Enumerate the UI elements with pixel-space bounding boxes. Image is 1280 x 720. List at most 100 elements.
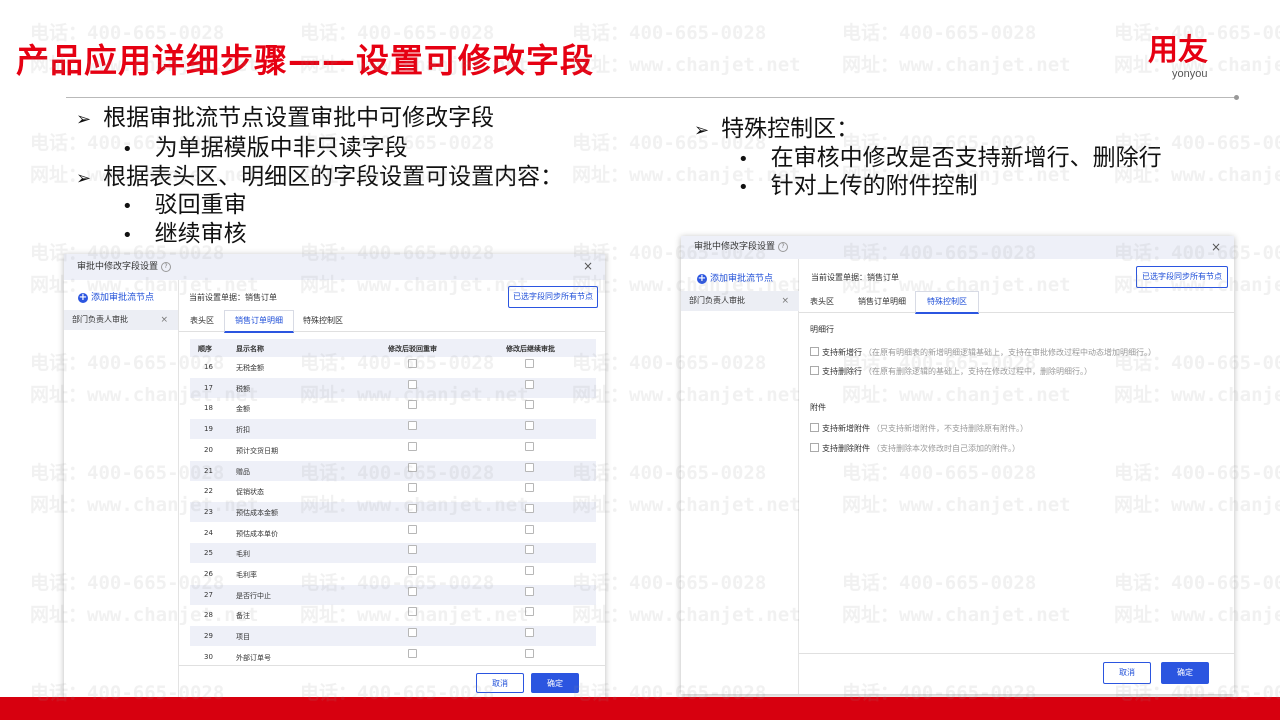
checkbox-continue-approve[interactable] [525,628,534,638]
help-icon[interactable]: ? [778,241,789,252]
checkbox-add-attachment[interactable] [810,423,819,432]
plus-icon: + [78,292,88,303]
checkbox-reject-review[interactable] [408,628,417,638]
tab-order-detail[interactable]: 销售订单明细 [224,310,294,333]
col-order: 顺序 [198,345,212,353]
checkbox-reject-review[interactable] [408,359,417,368]
checkbox-reject-review[interactable] [408,648,417,658]
table-row: 16 无税金额 [190,357,596,377]
row-display-name: 毛利 [236,550,250,559]
cancel-button[interactable]: 取消 [1103,662,1151,684]
sync-all-nodes-button[interactable]: 已选字段同步所有节点 [1136,266,1228,288]
dialog-title: 审批中修改字段设置 [694,242,776,252]
logo-text-cn: 用友 [1148,33,1208,68]
confirm-button[interactable]: 确定 [531,673,579,693]
row-display-name: 赠品 [236,467,250,476]
checkbox-continue-approve[interactable] [525,462,534,472]
checkbox-delete-attachment[interactable] [810,443,819,452]
option-allow-delete-attachment[interactable]: 支持删除附件 （支持删除本次修改时自己添加的附件。） [810,443,1020,454]
help-icon[interactable]: ? [161,261,172,272]
row-display-name: 税额 [236,384,250,393]
option-allow-add-attachment[interactable]: 支持新增附件 （只支持新增附件，不支持删除原有附件。） [810,423,1028,434]
table-row: 23 预估成本金额 [190,501,596,522]
checkbox-continue-approve[interactable] [525,524,534,534]
bullet-editable-fields: ➢ 根据审批流节点设置审批中可修改字段 [76,105,495,131]
checkbox-reject-review[interactable] [408,607,417,617]
checkbox-reject-review[interactable] [408,524,417,534]
row-display-name: 促销状态 [236,488,264,497]
tab-order-detail[interactable]: 销售订单明细 [851,292,913,312]
title-divider [66,97,1236,98]
yonyou-logo: 用友 yonyou [1148,36,1244,96]
current-document-label: 当前设置单据：销售订单 [811,273,899,282]
checkbox-reject-review[interactable] [408,421,417,431]
option-allow-delete-row[interactable]: 支持删除行 （在原有删除逻辑的基础上，支持在修改过程中，删除明细行。） [810,366,1092,377]
watermark-site: 网址：www.chanjet.net [572,54,801,76]
bullet-continue-review: • 继续审核 [122,221,247,247]
cancel-button[interactable]: 取消 [476,673,524,693]
add-approval-node-button[interactable]: + 添加审批流节点 [78,290,154,303]
close-icon[interactable]: × [583,259,593,273]
row-display-name: 预计交货日期 [236,446,278,455]
checkbox-continue-approve[interactable] [525,483,534,493]
row-display-name: 是否行中止 [236,591,271,600]
checkbox-continue-approve[interactable] [525,400,534,410]
close-icon[interactable]: × [1211,240,1221,254]
row-order: 16 [204,363,213,371]
table-row: 18 金额 [190,398,596,418]
checkbox-continue-approve[interactable] [525,648,534,658]
table-row: 29 项目 [190,626,596,647]
checkbox-add-row[interactable] [810,347,819,356]
remove-node-icon[interactable]: × [160,310,168,330]
dialog-title: 审批中修改字段设置 [77,262,159,272]
remove-node-icon[interactable]: × [781,291,789,311]
checkbox-reject-review[interactable] [408,545,417,555]
row-order: 20 [204,445,213,454]
checkbox-continue-approve[interactable] [525,566,534,575]
field-settings-dialog-right: 审批中修改字段设置? × + 添加审批流节点 部门负责人审批 × 当前设置单据：销售… [681,236,1234,694]
confirm-button[interactable]: 确定 [1161,662,1209,684]
row-order: 19 [204,425,213,434]
row-order: 22 [204,487,213,496]
node-item-dept-head[interactable]: 部门负责人审批 × [681,291,799,311]
checkbox-reject-review[interactable] [408,400,417,410]
dot-bullet-icon: • [738,177,749,198]
checkbox-reject-review[interactable] [408,503,417,513]
bullet-add-delete-rows: • 在审核中修改是否支持新增行、删除行 [738,145,1162,171]
bullet-attachment-control: • 针对上传的附件控制 [738,173,978,199]
tab-special-control[interactable]: 特殊控制区 [915,291,979,314]
checkbox-continue-approve[interactable] [525,441,534,451]
table-row: 26 毛利率 [190,564,596,584]
bullet-header-detail: ➢ 根据表头区、明细区的字段设置可设置内容： [76,164,564,190]
checkbox-delete-row[interactable] [810,366,819,375]
node-panel [64,280,179,703]
checkbox-continue-approve[interactable] [525,503,534,513]
node-item-dept-head[interactable]: 部门负责人审批 × [64,310,178,330]
add-approval-node-button[interactable]: + 添加审批流节点 [697,271,773,284]
row-display-name: 毛利率 [236,571,257,579]
checkbox-continue-approve[interactable] [525,359,534,368]
checkbox-continue-approve[interactable] [525,607,534,617]
checkbox-reject-review[interactable] [408,441,417,451]
checkbox-reject-review[interactable] [408,586,417,596]
checkbox-reject-review[interactable] [408,566,417,575]
row-display-name: 预估成本单价 [236,529,278,538]
checkbox-continue-approve[interactable] [525,586,534,596]
option-allow-add-row[interactable]: 支持新增行 （在原有明细表的新增明细逻辑基础上，支持在审批修改过程中动态增加明细行… [810,347,1156,358]
checkbox-continue-approve[interactable] [525,379,534,389]
tab-special-control[interactable]: 特殊控制区 [296,311,350,331]
section-detail-rows: 明细行 [810,325,834,334]
table-row: 28 备注 [190,605,596,625]
row-display-name: 金额 [236,405,250,414]
tab-header-area[interactable]: 表头区 [805,292,839,312]
checkbox-continue-approve[interactable] [525,421,534,431]
col-reject-review: 修改后驳回重审 [388,345,437,353]
table-row: 21 赠品 [190,460,596,481]
checkbox-reject-review[interactable] [408,483,417,493]
tab-header-area[interactable]: 表头区 [182,311,222,331]
sync-all-nodes-button[interactable]: 已选字段同步所有节点 [508,286,598,308]
row-order: 23 [204,507,213,516]
checkbox-reject-review[interactable] [408,462,417,472]
checkbox-continue-approve[interactable] [525,545,534,555]
checkbox-reject-review[interactable] [408,379,417,389]
